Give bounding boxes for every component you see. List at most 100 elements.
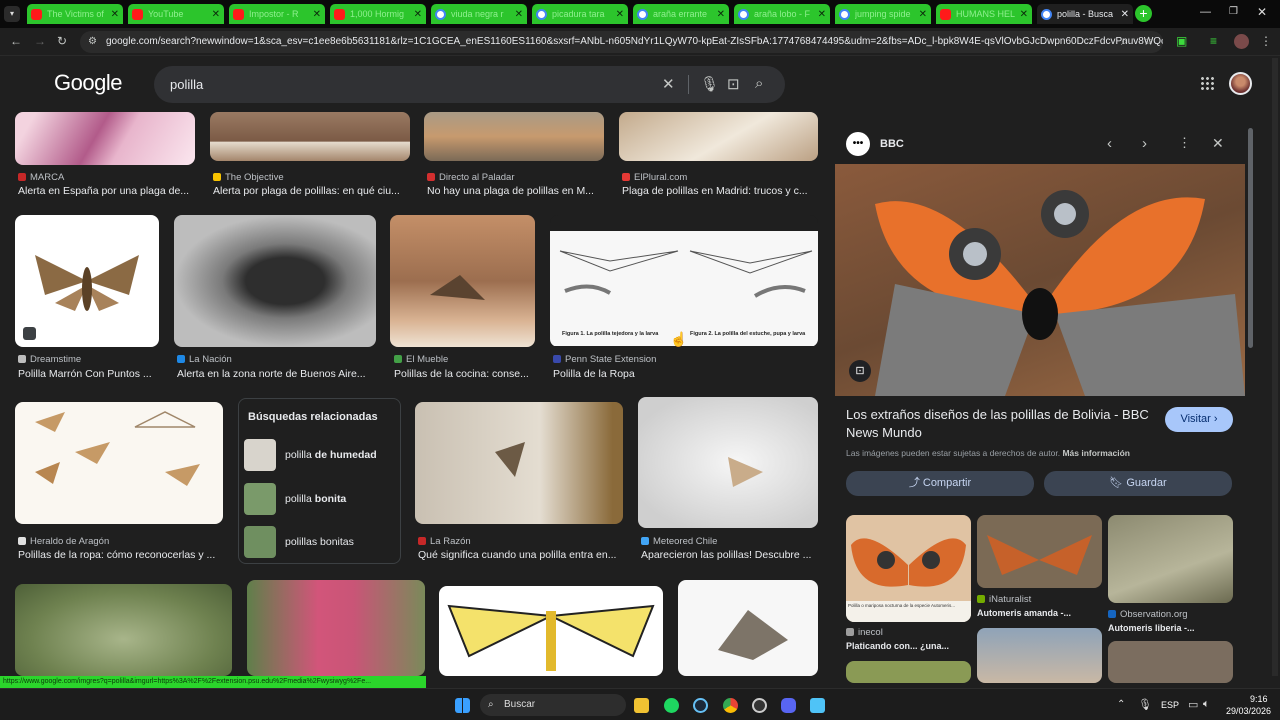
result-caption[interactable]: Polilla de la Ropa (553, 368, 817, 380)
file-explorer-icon[interactable] (634, 698, 649, 713)
visit-button[interactable]: Visitar › (1165, 407, 1233, 432)
browser-tab[interactable]: The Victims of ✕ (27, 4, 123, 24)
result-source[interactable]: Directo al Paladar (427, 172, 515, 183)
tab-search-dropdown-button[interactable]: ▾ (4, 6, 20, 22)
result-caption[interactable]: Polillas de la ropa: cómo reconocerlas y… (18, 549, 223, 561)
search-box[interactable]: polilla ✕ 🎙︎ ⊡ ⌕ (154, 66, 785, 103)
close-tab-icon[interactable]: ✕ (414, 9, 422, 20)
new-tab-button[interactable]: + (1135, 5, 1152, 22)
result-image[interactable] (678, 580, 818, 676)
source-name[interactable]: BBC (880, 138, 904, 150)
google-logo[interactable]: Google (54, 70, 122, 96)
extension-icon[interactable]: ▣ (1176, 34, 1187, 48)
save-button[interactable]: 🔖︎ Guardar (1044, 471, 1232, 496)
previous-image-icon[interactable]: ‹ (1107, 135, 1112, 152)
close-tab-icon[interactable]: ✕ (212, 9, 220, 20)
close-tab-icon[interactable]: ✕ (313, 9, 321, 20)
app-icon[interactable] (752, 698, 767, 713)
volume-icon[interactable]: 🔈︎ (1203, 698, 1210, 711)
result-image[interactable] (15, 584, 232, 676)
microphone-icon[interactable]: 🎙︎ (1138, 698, 1152, 711)
result-source[interactable]: Dreamstime (18, 354, 81, 365)
windows-start-icon[interactable] (455, 698, 470, 713)
related-search-item[interactable]: polillas bonitas (244, 526, 394, 559)
result-caption[interactable]: Qué significa cuando una polilla entra e… (418, 549, 623, 561)
discord-icon[interactable] (781, 698, 796, 713)
clock-date[interactable]: 29/03/2026 (1226, 706, 1271, 716)
browser-tab[interactable]: YouTube ✕ (128, 4, 224, 24)
panel-scrollbar[interactable] (1248, 128, 1253, 348)
result-image[interactable] (619, 112, 818, 161)
steam-icon[interactable] (693, 698, 708, 713)
voice-search-icon[interactable]: 🎙︎ (700, 75, 719, 93)
share-button[interactable]: ⤴ Compartir (846, 471, 1034, 496)
result-image[interactable] (424, 112, 604, 161)
result-caption[interactable]: Alerta por plaga de polillas: en qué ciu… (213, 185, 411, 197)
result-image[interactable]: Figura 1. La polilla tejedora y la larva… (550, 215, 818, 347)
profile-avatar[interactable] (1234, 34, 1249, 49)
browser-tab[interactable]: polilla - Busca ✕ (1037, 4, 1133, 24)
browser-tab[interactable]: 1,000 Hormig ✕ (330, 4, 426, 24)
related-image[interactable] (977, 628, 1102, 683)
forward-icon[interactable]: → (34, 34, 46, 48)
close-tab-icon[interactable]: ✕ (515, 9, 523, 20)
result-image[interactable] (439, 586, 663, 676)
source-logo[interactable]: ••• (846, 132, 870, 156)
lens-search-icon[interactable]: ⊡ (727, 75, 740, 93)
back-icon[interactable]: ← (10, 34, 22, 48)
result-caption[interactable]: Polillas de la cocina: conse... (394, 368, 535, 380)
next-image-icon[interactable]: › (1142, 135, 1147, 152)
related-image[interactable] (977, 515, 1102, 588)
clock-time[interactable]: 9:16 (1250, 694, 1268, 704)
chrome-icon[interactable] (723, 698, 738, 713)
result-source[interactable]: La Nación (177, 354, 232, 365)
close-panel-icon[interactable]: ✕ (1212, 135, 1224, 152)
close-tab-icon[interactable]: ✕ (616, 9, 624, 20)
related-image[interactable]: Polilla o mariposa nocturna de la especi… (846, 515, 971, 622)
result-caption[interactable]: Plaga de polillas en Madrid: trucos y c.… (622, 185, 818, 197)
page-scrollbar[interactable] (1272, 58, 1278, 676)
result-source[interactable]: El Mueble (394, 354, 448, 365)
result-image[interactable] (415, 402, 623, 524)
search-input[interactable]: polilla (170, 77, 203, 92)
bookmark-star-icon[interactable]: ☆ (1143, 34, 1154, 48)
browser-tab[interactable]: jumping spide ✕ (835, 4, 931, 24)
close-tab-icon[interactable]: ✕ (919, 9, 927, 20)
close-tab-icon[interactable]: ✕ (1020, 9, 1028, 20)
close-tab-icon[interactable]: ✕ (111, 9, 119, 20)
result-caption[interactable]: No hay una plaga de polillas en M... (427, 185, 604, 197)
preview-title[interactable]: Los extraños diseños de las polillas de … (846, 406, 1149, 442)
result-image[interactable] (390, 215, 535, 347)
browser-tab[interactable]: araña errante ✕ (633, 4, 729, 24)
preview-image[interactable]: ⊡ (835, 164, 1245, 396)
related-search-item[interactable]: polilla bonita (244, 483, 394, 516)
language-indicator[interactable]: ESP (1161, 700, 1179, 710)
related-caption[interactable]: Automeris amanda -... (977, 608, 1102, 618)
result-caption[interactable]: Aparecieron las polillas! Descubre ... (641, 549, 817, 561)
result-source[interactable]: Penn State Extension (553, 354, 656, 365)
close-window-icon[interactable]: ✕ (1257, 5, 1267, 19)
result-source[interactable]: La Razón (418, 536, 471, 547)
result-source[interactable]: MARCA (18, 172, 64, 183)
account-avatar[interactable] (1229, 72, 1252, 95)
result-image[interactable] (15, 112, 195, 165)
result-image[interactable] (638, 397, 818, 528)
address-bar[interactable]: ⚙ google.com/search?newwindow=1&sca_esv=… (80, 31, 1163, 53)
reload-icon[interactable]: ↻ (57, 34, 67, 48)
related-image[interactable] (1108, 641, 1233, 683)
search-icon[interactable]: ⌕ (755, 75, 763, 92)
result-caption[interactable]: Alerta en España por una plaga de... (18, 185, 196, 197)
related-image[interactable] (846, 661, 971, 683)
related-caption[interactable]: Platicando con... ¿una... (846, 641, 971, 651)
browser-tab[interactable]: araña lobo - F ✕ (734, 4, 830, 24)
browser-tab[interactable]: viuda negra r ✕ (431, 4, 527, 24)
apps-grid-icon[interactable] (1200, 76, 1214, 90)
close-tab-icon[interactable]: ✕ (717, 9, 725, 20)
restore-icon[interactable]: ❐ (1229, 6, 1238, 17)
zoom-icon[interactable]: ⌕ (1121, 34, 1128, 49)
related-source[interactable]: iNaturalist (977, 594, 1031, 605)
spotify-icon[interactable] (664, 698, 679, 713)
site-info-icon[interactable]: ⚙ (88, 31, 97, 53)
result-source[interactable]: ElPlural.com (622, 172, 687, 183)
tray-chevron-icon[interactable]: ⌃ (1117, 699, 1125, 710)
